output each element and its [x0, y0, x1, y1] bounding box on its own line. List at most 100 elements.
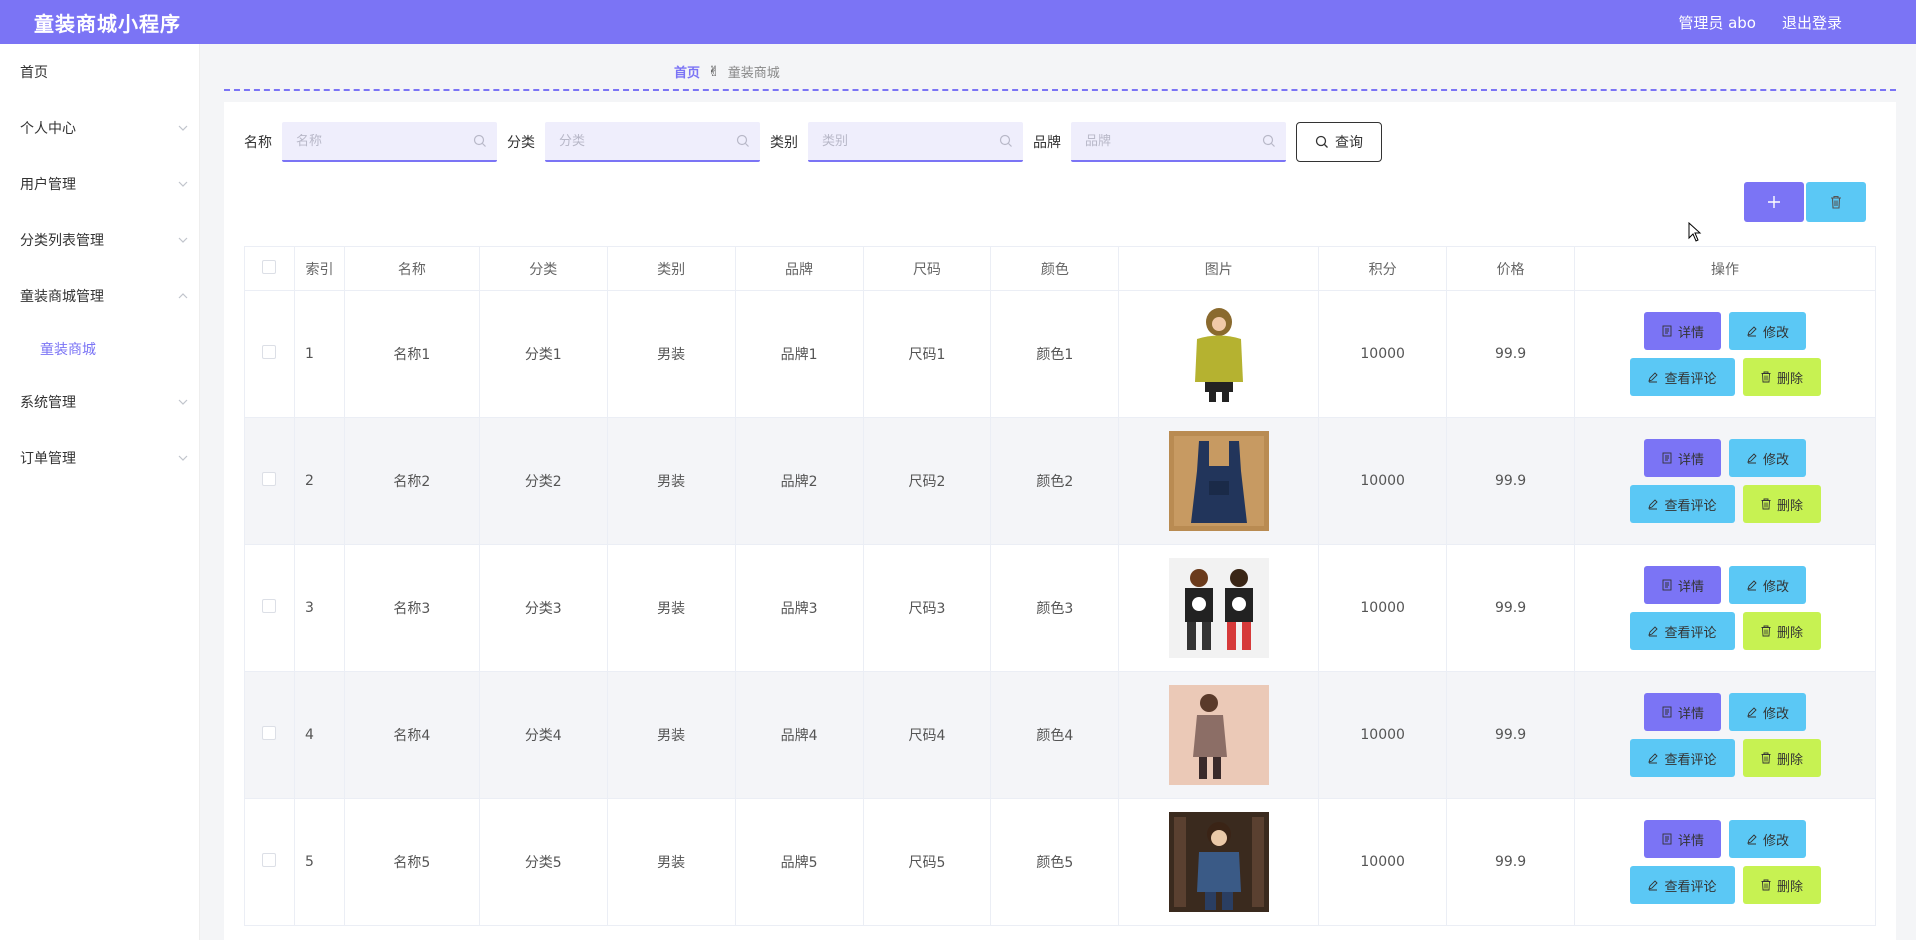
edit-icon [1747, 453, 1757, 464]
category-input[interactable] [559, 133, 736, 149]
delete-button[interactable]: 删除 [1742, 358, 1821, 396]
delete-button[interactable]: 删除 [1742, 866, 1821, 904]
top-bar: 童装商城小程序 管理员 abo 退出登录 [0, 0, 1916, 44]
view-reviews-button[interactable]: 查看评论 [1629, 612, 1735, 650]
query-button[interactable]: 查询 [1296, 122, 1382, 162]
category-label: 分类 [507, 135, 535, 151]
search-icon [1315, 135, 1328, 148]
cell-type: 男装 [606, 417, 736, 545]
col-size: 尺码 [862, 246, 992, 291]
brand-field[interactable] [1071, 122, 1286, 162]
product-image [1168, 431, 1269, 531]
col-type: 类别 [606, 246, 736, 291]
name-field[interactable] [282, 122, 497, 162]
brand-label: 品牌 [1033, 135, 1061, 151]
cell-image [1118, 417, 1320, 545]
view-reviews-button[interactable]: 查看评论 [1629, 358, 1735, 396]
brand-input[interactable] [1085, 133, 1262, 149]
detail-button[interactable]: 详情 [1644, 312, 1721, 350]
content-card: 名称 分类 类别 品牌 查询 [224, 102, 1896, 940]
cell-category: 分类4 [478, 671, 608, 799]
view-reviews-button[interactable]: 查看评论 [1629, 485, 1735, 523]
cell-size: 尺码5 [862, 798, 992, 926]
cell-points: 10000 [1318, 544, 1448, 672]
cell-index: 2 [293, 417, 345, 545]
breadcrumb-home[interactable]: 首页 [674, 62, 700, 81]
product-image [1168, 304, 1269, 404]
chevron-down-icon [177, 178, 189, 190]
sidebar-item-store[interactable]: 童装商城管理 [0, 268, 199, 324]
cell-category: 分类1 [478, 290, 608, 418]
select-all-checkbox[interactable] [262, 259, 277, 274]
edit-button[interactable]: 修改 [1729, 693, 1806, 731]
edit-button[interactable]: 修改 [1729, 566, 1806, 604]
edit-button[interactable]: 修改 [1729, 312, 1806, 350]
cell-price: 99.9 [1446, 544, 1576, 672]
edit-icon [1648, 753, 1659, 764]
cell-actions: 详情 修改查看评论 删除 [1574, 417, 1876, 545]
sidebar-item-users[interactable]: 用户管理 [0, 156, 199, 212]
detail-button[interactable]: 详情 [1644, 693, 1721, 731]
cell-image [1118, 544, 1320, 672]
type-field[interactable] [808, 122, 1023, 162]
divider [224, 89, 1896, 91]
sidebar-item-profile[interactable]: 个人中心 [0, 100, 199, 156]
trash-icon [1761, 371, 1771, 383]
admin-label: 管理员 abo [1678, 13, 1756, 32]
product-image [1168, 685, 1269, 785]
row-checkbox[interactable] [262, 345, 277, 359]
sidebar-item-home[interactable]: 首页 [0, 44, 199, 100]
delete-button[interactable]: 删除 [1742, 612, 1821, 650]
type-input[interactable] [822, 133, 999, 149]
cell-index: 4 [293, 671, 345, 799]
cell-size: 尺码4 [862, 671, 992, 799]
cell-index: 3 [293, 544, 345, 672]
cell-index: 5 [293, 798, 345, 926]
cell-category: 分类3 [478, 544, 608, 672]
document-icon [1662, 706, 1672, 718]
row-checkbox[interactable] [262, 472, 277, 486]
cell-brand: 品牌2 [734, 417, 864, 545]
view-reviews-button[interactable]: 查看评论 [1629, 866, 1735, 904]
edit-button[interactable]: 修改 [1729, 439, 1806, 477]
sidebar-subitem-store[interactable]: 童装商城 [0, 324, 199, 374]
cell-points: 10000 [1318, 671, 1448, 799]
edit-icon [1648, 626, 1659, 637]
sidebar: 首页 个人中心 用户管理 分类列表管理 童装商城管理 童装商城 系统管理 订单管… [0, 44, 200, 940]
add-button[interactable] [1744, 182, 1804, 222]
delete-button[interactable]: 删除 [1742, 485, 1821, 523]
product-image [1168, 558, 1269, 658]
col-points: 积分 [1318, 246, 1448, 291]
cell-points: 10000 [1318, 798, 1448, 926]
row-checkbox[interactable] [262, 726, 277, 740]
row-checkbox[interactable] [262, 599, 277, 613]
trash-icon [1831, 195, 1841, 209]
cell-color: 颜色2 [990, 417, 1120, 545]
chevron-up-icon [177, 290, 189, 302]
sidebar-item-orders[interactable]: 订单管理 [0, 430, 199, 486]
col-actions: 操作 [1574, 246, 1876, 291]
col-price: 价格 [1446, 246, 1576, 291]
category-field[interactable] [545, 122, 760, 162]
cell-index: 1 [293, 290, 345, 418]
detail-button[interactable]: 详情 [1644, 820, 1721, 858]
name-input[interactable] [296, 133, 473, 149]
sidebar-item-category[interactable]: 分类列表管理 [0, 212, 199, 268]
detail-button[interactable]: 详情 [1644, 439, 1721, 477]
product-table: 索引 名称 分类 类别 品牌 尺码 颜色 图片 积分 价格 操作 1 名称1 分类1… [244, 246, 1876, 926]
edit-icon [1648, 499, 1659, 510]
batch-delete-button[interactable] [1806, 182, 1866, 222]
cell-color: 颜色4 [990, 671, 1120, 799]
cell-actions: 详情 修改查看评论 删除 [1574, 290, 1876, 418]
view-reviews-button[interactable]: 查看评论 [1629, 739, 1735, 777]
cell-name: 名称3 [343, 544, 480, 672]
logout-link[interactable]: 退出登录 [1782, 12, 1842, 33]
edit-button[interactable]: 修改 [1729, 820, 1806, 858]
cell-brand: 品牌3 [734, 544, 864, 672]
search-icon [473, 134, 486, 147]
sidebar-item-system[interactable]: 系统管理 [0, 374, 199, 430]
row-checkbox[interactable] [262, 853, 277, 867]
chevron-down-icon [177, 234, 189, 246]
delete-button[interactable]: 删除 [1742, 739, 1821, 777]
detail-button[interactable]: 详情 [1644, 566, 1721, 604]
